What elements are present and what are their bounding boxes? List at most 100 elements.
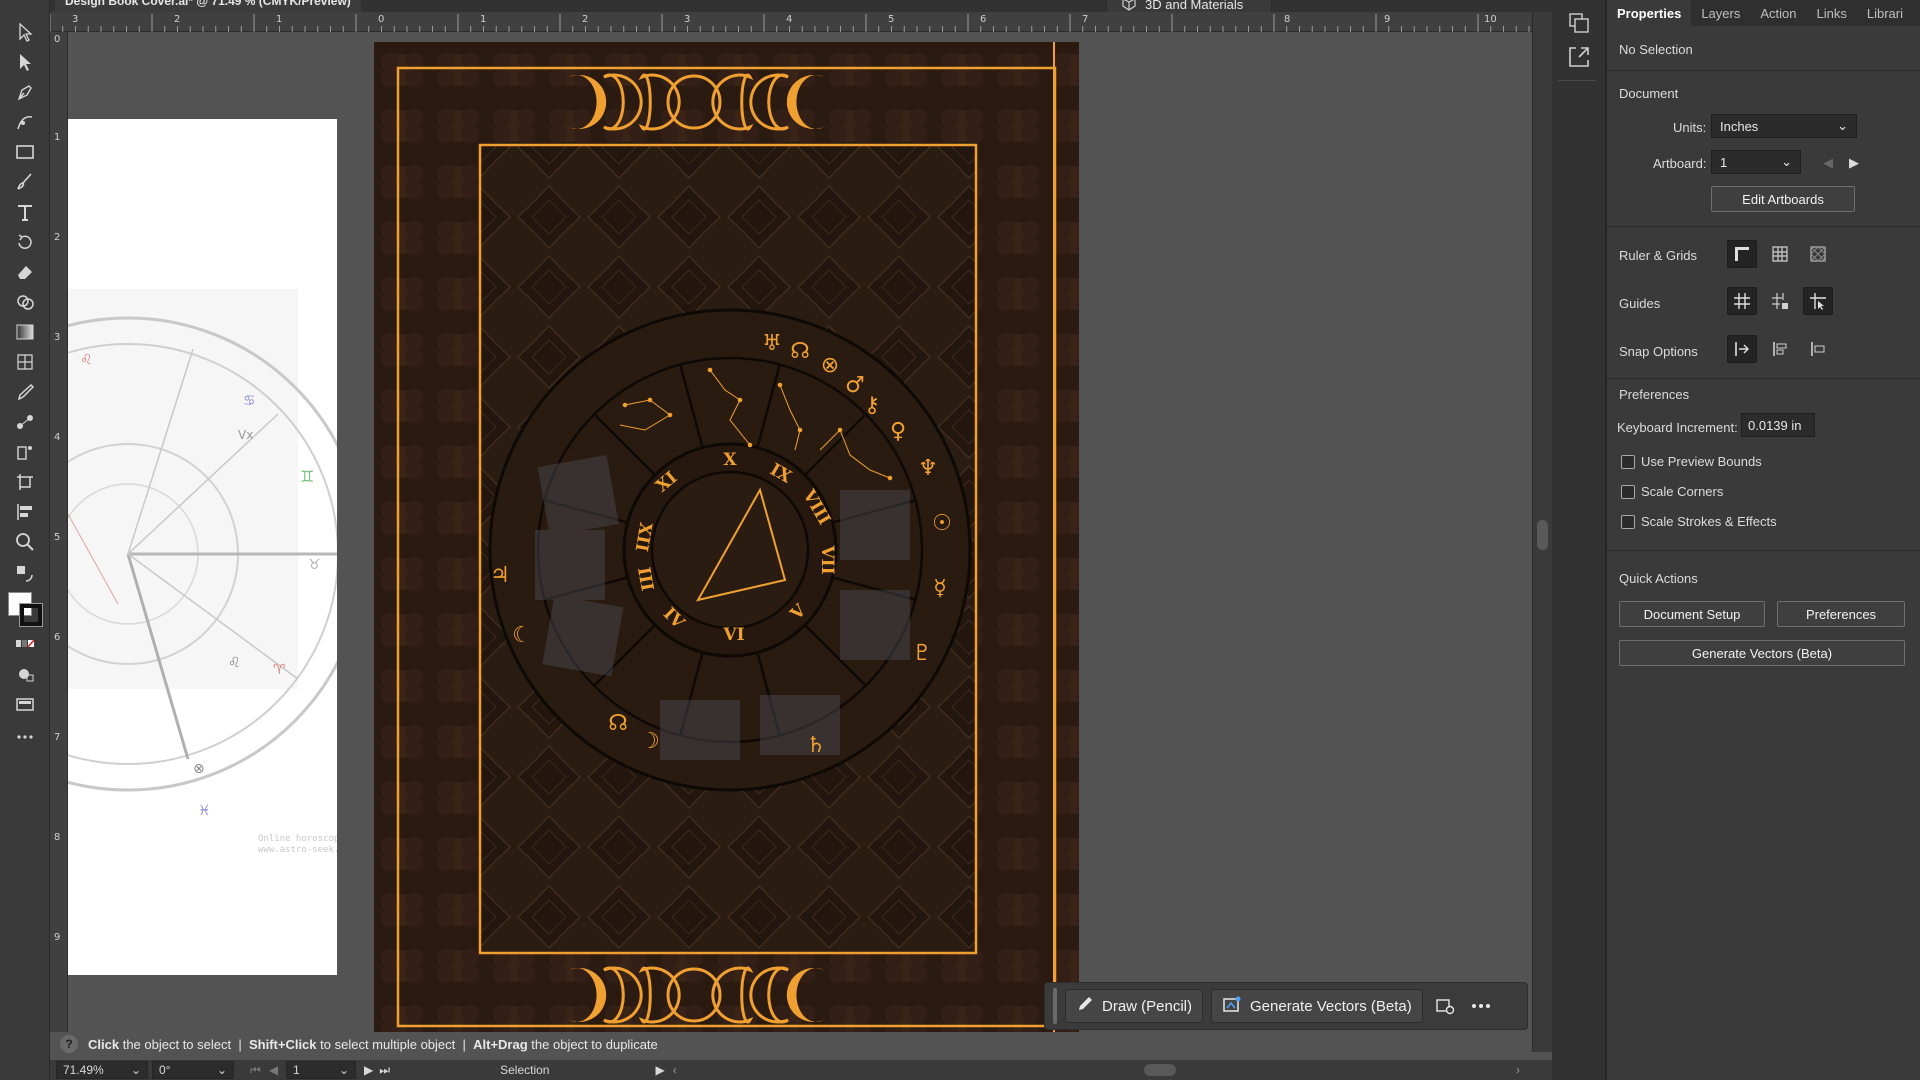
svg-text:♀: ♀ <box>890 419 906 444</box>
color-modes-icon[interactable] <box>12 632 38 656</box>
tab-actions[interactable]: Action <box>1750 0 1806 26</box>
help-icon[interactable]: ? <box>60 1035 78 1053</box>
transparency-grid-icon[interactable] <box>1803 240 1833 268</box>
document-setup-button[interactable]: Document Setup <box>1619 601 1765 627</box>
direct-selection-tool-icon[interactable] <box>12 50 38 74</box>
gradient-tool-icon[interactable] <box>12 320 38 344</box>
type-tool-icon[interactable] <box>12 200 38 224</box>
scroll-left-icon[interactable]: ‹ <box>673 1063 677 1077</box>
last-artboard-icon[interactable]: ⏭ <box>379 1063 390 1078</box>
svg-text:♅: ♅ <box>762 331 782 356</box>
generate-vectors-taskbar-button[interactable]: Generate Vectors (Beta) <box>1211 989 1423 1023</box>
natal-chart-artboard[interactable]: ♌ ♋ ♊ ♉ ♈ ♓ ♌ ⊗ Vx Online horoscopes www… <box>68 119 337 975</box>
vertical-scroll-thumb[interactable] <box>1537 520 1548 550</box>
previous-artboard-arrow-icon[interactable]: ◀ <box>1823 155 1833 171</box>
rulers-toggle-icon[interactable] <box>1727 240 1757 268</box>
draw-mode-icon[interactable] <box>12 662 38 686</box>
generate-vectors-button[interactable]: Generate Vectors (Beta) <box>1619 640 1905 666</box>
horizontal-scroll-thumb[interactable] <box>1144 1064 1176 1076</box>
checkbox-box[interactable] <box>1621 454 1635 469</box>
pen-tool-icon[interactable] <box>12 80 38 104</box>
smart-guides-icon[interactable] <box>1803 287 1833 315</box>
scroll-right-icon[interactable]: › <box>1516 1063 1520 1077</box>
guides-toggle-icon[interactable] <box>1727 287 1757 315</box>
artboard-navigation-field[interactable]: 1 ⌄ <box>286 1061 357 1079</box>
task-bar-grip[interactable] <box>1053 988 1057 1024</box>
book-cover-artwork: X IX VIII VII V VI IV III XII XI ♅ ☊ ⊗ ♂… <box>374 42 1079 1032</box>
snap-options-label: Snap Options <box>1619 344 1698 359</box>
artboard-label: Artboard: <box>1653 156 1707 171</box>
generate-vectors-taskbar-label: Generate Vectors (Beta) <box>1250 997 1412 1015</box>
first-artboard-icon[interactable]: ⏮ <box>250 1063 261 1078</box>
checkbox-box[interactable] <box>1621 514 1635 529</box>
rotation-field[interactable]: 0° ⌄ <box>152 1061 234 1079</box>
status-menu-arrow-icon[interactable]: ▶ <box>655 1063 664 1077</box>
rotation-value: 0° <box>159 1063 171 1077</box>
tab-layers[interactable]: Layers <box>1691 0 1750 26</box>
horizontal-ruler[interactable]: 3 2 1 0 1 2 3 4 5 6 7 8 9 10 <box>50 12 1532 32</box>
snap-to-pixel-icon[interactable] <box>1803 335 1833 363</box>
mesh-tool-icon[interactable] <box>12 350 38 374</box>
artboard-dropdown[interactable]: 1 ⌄ <box>1711 150 1801 174</box>
ruler-grids-label: Ruler & Grids <box>1619 248 1698 263</box>
next-artboard-arrow-icon[interactable]: ▶ <box>1849 155 1859 171</box>
checkbox-box[interactable] <box>1621 484 1635 499</box>
rotate-tool-icon[interactable] <box>12 230 38 254</box>
blend-tool-icon[interactable] <box>12 410 38 434</box>
eyedropper-tool-icon[interactable] <box>12 380 38 404</box>
preferences-button[interactable]: Preferences <box>1777 601 1905 627</box>
artboards-panel-icon[interactable] <box>1566 10 1592 36</box>
keyboard-increment-input[interactable]: 0.0139 in <box>1741 413 1815 437</box>
swap-colors-icon[interactable] <box>12 562 38 586</box>
pencil-icon <box>1076 995 1094 1017</box>
section-divider <box>1607 550 1920 551</box>
rectangle-tool-icon[interactable] <box>12 140 38 164</box>
svg-text:X: X <box>723 450 737 470</box>
use-preview-bounds-checkbox[interactable]: Use Preview Bounds <box>1621 454 1762 469</box>
previous-artboard-icon[interactable]: ◀ <box>269 1063 278 1077</box>
tab-libraries[interactable]: Librari <box>1857 0 1913 26</box>
document-tab[interactable]: Design Book Cover.ai* @ 71.49 % (CMYK/Pr… <box>55 0 361 12</box>
paintbrush-tool-icon[interactable] <box>12 170 38 194</box>
zoom-level-field[interactable]: 71.49% ⌄ <box>56 1061 148 1079</box>
hint-text: Click the object to select | Shift+Click… <box>88 1036 658 1052</box>
curvature-tool-icon[interactable] <box>12 110 38 134</box>
tab-properties[interactable]: Properties <box>1607 0 1692 26</box>
chevron-down-icon: ⌄ <box>130 1063 141 1077</box>
stroke-color-swatch[interactable] <box>19 603 43 627</box>
book-cover-artboard[interactable]: X IX VIII VII V VI IV III XII XI ♅ ☊ ⊗ ♂… <box>374 42 1079 1032</box>
artboard-tool-icon[interactable] <box>12 470 38 494</box>
svg-text:⚷: ⚷ <box>864 393 880 418</box>
edit-artboards-button[interactable]: Edit Artboards <box>1711 186 1855 212</box>
section-divider <box>1607 378 1920 379</box>
symbol-sprayer-tool-icon[interactable] <box>12 440 38 464</box>
task-bar-settings-icon[interactable] <box>1431 992 1459 1020</box>
task-bar-more-icon[interactable] <box>1467 992 1495 1020</box>
contextual-task-bar: Draw (Pencil) Generate Vectors (Beta) <box>1044 982 1528 1030</box>
scale-corners-checkbox[interactable]: Scale Corners <box>1621 484 1723 499</box>
export-panel-icon[interactable] <box>1566 44 1592 70</box>
draw-pencil-button[interactable]: Draw (Pencil) <box>1065 989 1204 1023</box>
next-artboard-icon[interactable]: ▶ <box>364 1063 373 1077</box>
align-tool-icon[interactable] <box>12 500 38 524</box>
preferences-heading: Preferences <box>1619 387 1690 402</box>
shape-builder-tool-icon[interactable] <box>12 290 38 314</box>
vertical-ruler[interactable]: 0 1 2 3 4 5 6 7 8 9 <box>50 32 68 1032</box>
eraser-tool-icon[interactable] <box>12 260 38 284</box>
selection-tool-icon[interactable] <box>12 20 38 44</box>
lock-guides-icon[interactable] <box>1765 287 1795 315</box>
tab-links[interactable]: Links <box>1806 0 1856 26</box>
scale-strokes-checkbox[interactable]: Scale Strokes & Effects <box>1621 514 1777 529</box>
units-dropdown[interactable]: Inches ⌄ <box>1711 114 1857 138</box>
svg-text:☉: ☉ <box>932 511 952 536</box>
grid-toggle-icon[interactable] <box>1765 240 1795 268</box>
svg-text:☽: ☽ <box>640 729 660 754</box>
zoom-tool-icon[interactable] <box>12 530 38 554</box>
snap-to-point-icon[interactable] <box>1727 335 1757 363</box>
scale-corners-label: Scale Corners <box>1641 484 1724 499</box>
vertical-scrollbar[interactable] <box>1532 12 1552 1052</box>
artwork-canvas[interactable]: ♌ ♋ ♊ ♉ ♈ ♓ ♌ ⊗ Vx Online horoscopes www… <box>68 32 1532 1032</box>
snap-to-grid-icon[interactable] <box>1765 335 1795 363</box>
more-tools-icon[interactable] <box>12 725 38 749</box>
screen-mode-icon[interactable] <box>12 692 38 716</box>
